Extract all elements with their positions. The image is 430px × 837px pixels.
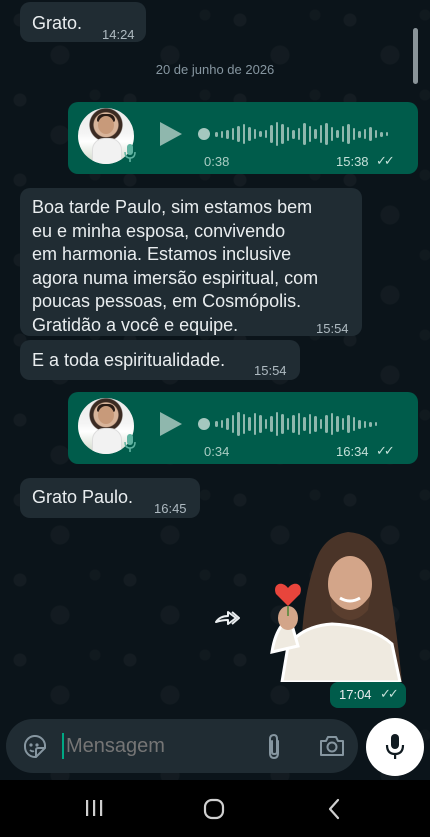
incoming-message[interactable]: E a toda espiritualidade. 15:54: [20, 340, 300, 380]
recent-apps-icon[interactable]: [84, 799, 104, 817]
outgoing-voice-message[interactable]: 0:38 15:38 ✓✓: [68, 102, 418, 174]
forward-icon[interactable]: [214, 608, 240, 628]
play-icon[interactable]: [160, 412, 182, 436]
message-time: 17:04: [339, 687, 372, 702]
outgoing-voice-message[interactable]: 0:34 16:34 ✓✓: [68, 392, 418, 464]
message-time: 16:34: [336, 444, 369, 459]
home-icon[interactable]: [203, 798, 225, 820]
message-text: Boa tarde Paulo, sim estamos bem eu e mi…: [32, 196, 318, 337]
message-line: agora numa imersão espiritual, com: [32, 267, 319, 288]
message-text: E a toda espiritualidade.: [32, 350, 226, 370]
incoming-message[interactable]: Grato. 14:24: [20, 2, 146, 42]
back-icon[interactable]: [326, 798, 342, 820]
double-check-icon: ✓✓: [380, 686, 399, 701]
incoming-message[interactable]: Boa tarde Paulo, sim estamos bem eu e mi…: [20, 188, 362, 336]
message-text: Grato.: [32, 13, 83, 33]
message-time: 15:54: [254, 363, 287, 378]
audio-duration: 0:34: [204, 444, 230, 459]
message-line: Gratidão a você e equipe.: [32, 314, 239, 335]
message-time: 15:54: [316, 321, 349, 336]
message-time: 16:45: [154, 501, 187, 516]
double-check-icon: ✓✓: [376, 153, 395, 168]
audio-waveform[interactable]: [198, 119, 388, 149]
date-divider: 20 de junho de 2026: [155, 62, 275, 77]
camera-icon[interactable]: [318, 734, 346, 758]
voice-record-button[interactable]: [366, 718, 424, 776]
message-text: Grato Paulo.: [32, 487, 134, 507]
message-input-bar: [6, 719, 358, 773]
incoming-message[interactable]: Grato Paulo. 16:45: [20, 478, 200, 518]
double-check-icon: ✓✓: [376, 443, 395, 458]
system-navigation-bar: [0, 780, 430, 837]
sticker-emoji-icon[interactable]: [22, 734, 48, 760]
message-line: eu e minha esposa, convivendo: [32, 220, 286, 241]
microphone-icon: [124, 434, 136, 452]
audio-duration: 0:38: [204, 154, 230, 169]
message-time: 15:38: [336, 154, 369, 169]
sticker-time-badge: 17:04 ✓✓: [330, 682, 406, 708]
play-icon[interactable]: [160, 122, 182, 146]
paperclip-icon[interactable]: [264, 733, 284, 761]
message-time: 14:24: [102, 27, 135, 42]
message-line: poucas pessoas, em Cosmópolis.: [32, 291, 302, 311]
audio-waveform[interactable]: [198, 409, 377, 439]
text-cursor: [62, 733, 64, 759]
message-line: em harmonia. Estamos inclusive: [32, 244, 292, 264]
microphone-icon: [124, 144, 136, 162]
microphone-icon: [385, 734, 405, 759]
message-input[interactable]: [66, 731, 246, 761]
sticker-image[interactable]: [262, 526, 406, 682]
message-line: Boa tarde Paulo, sim estamos bem: [32, 197, 313, 217]
